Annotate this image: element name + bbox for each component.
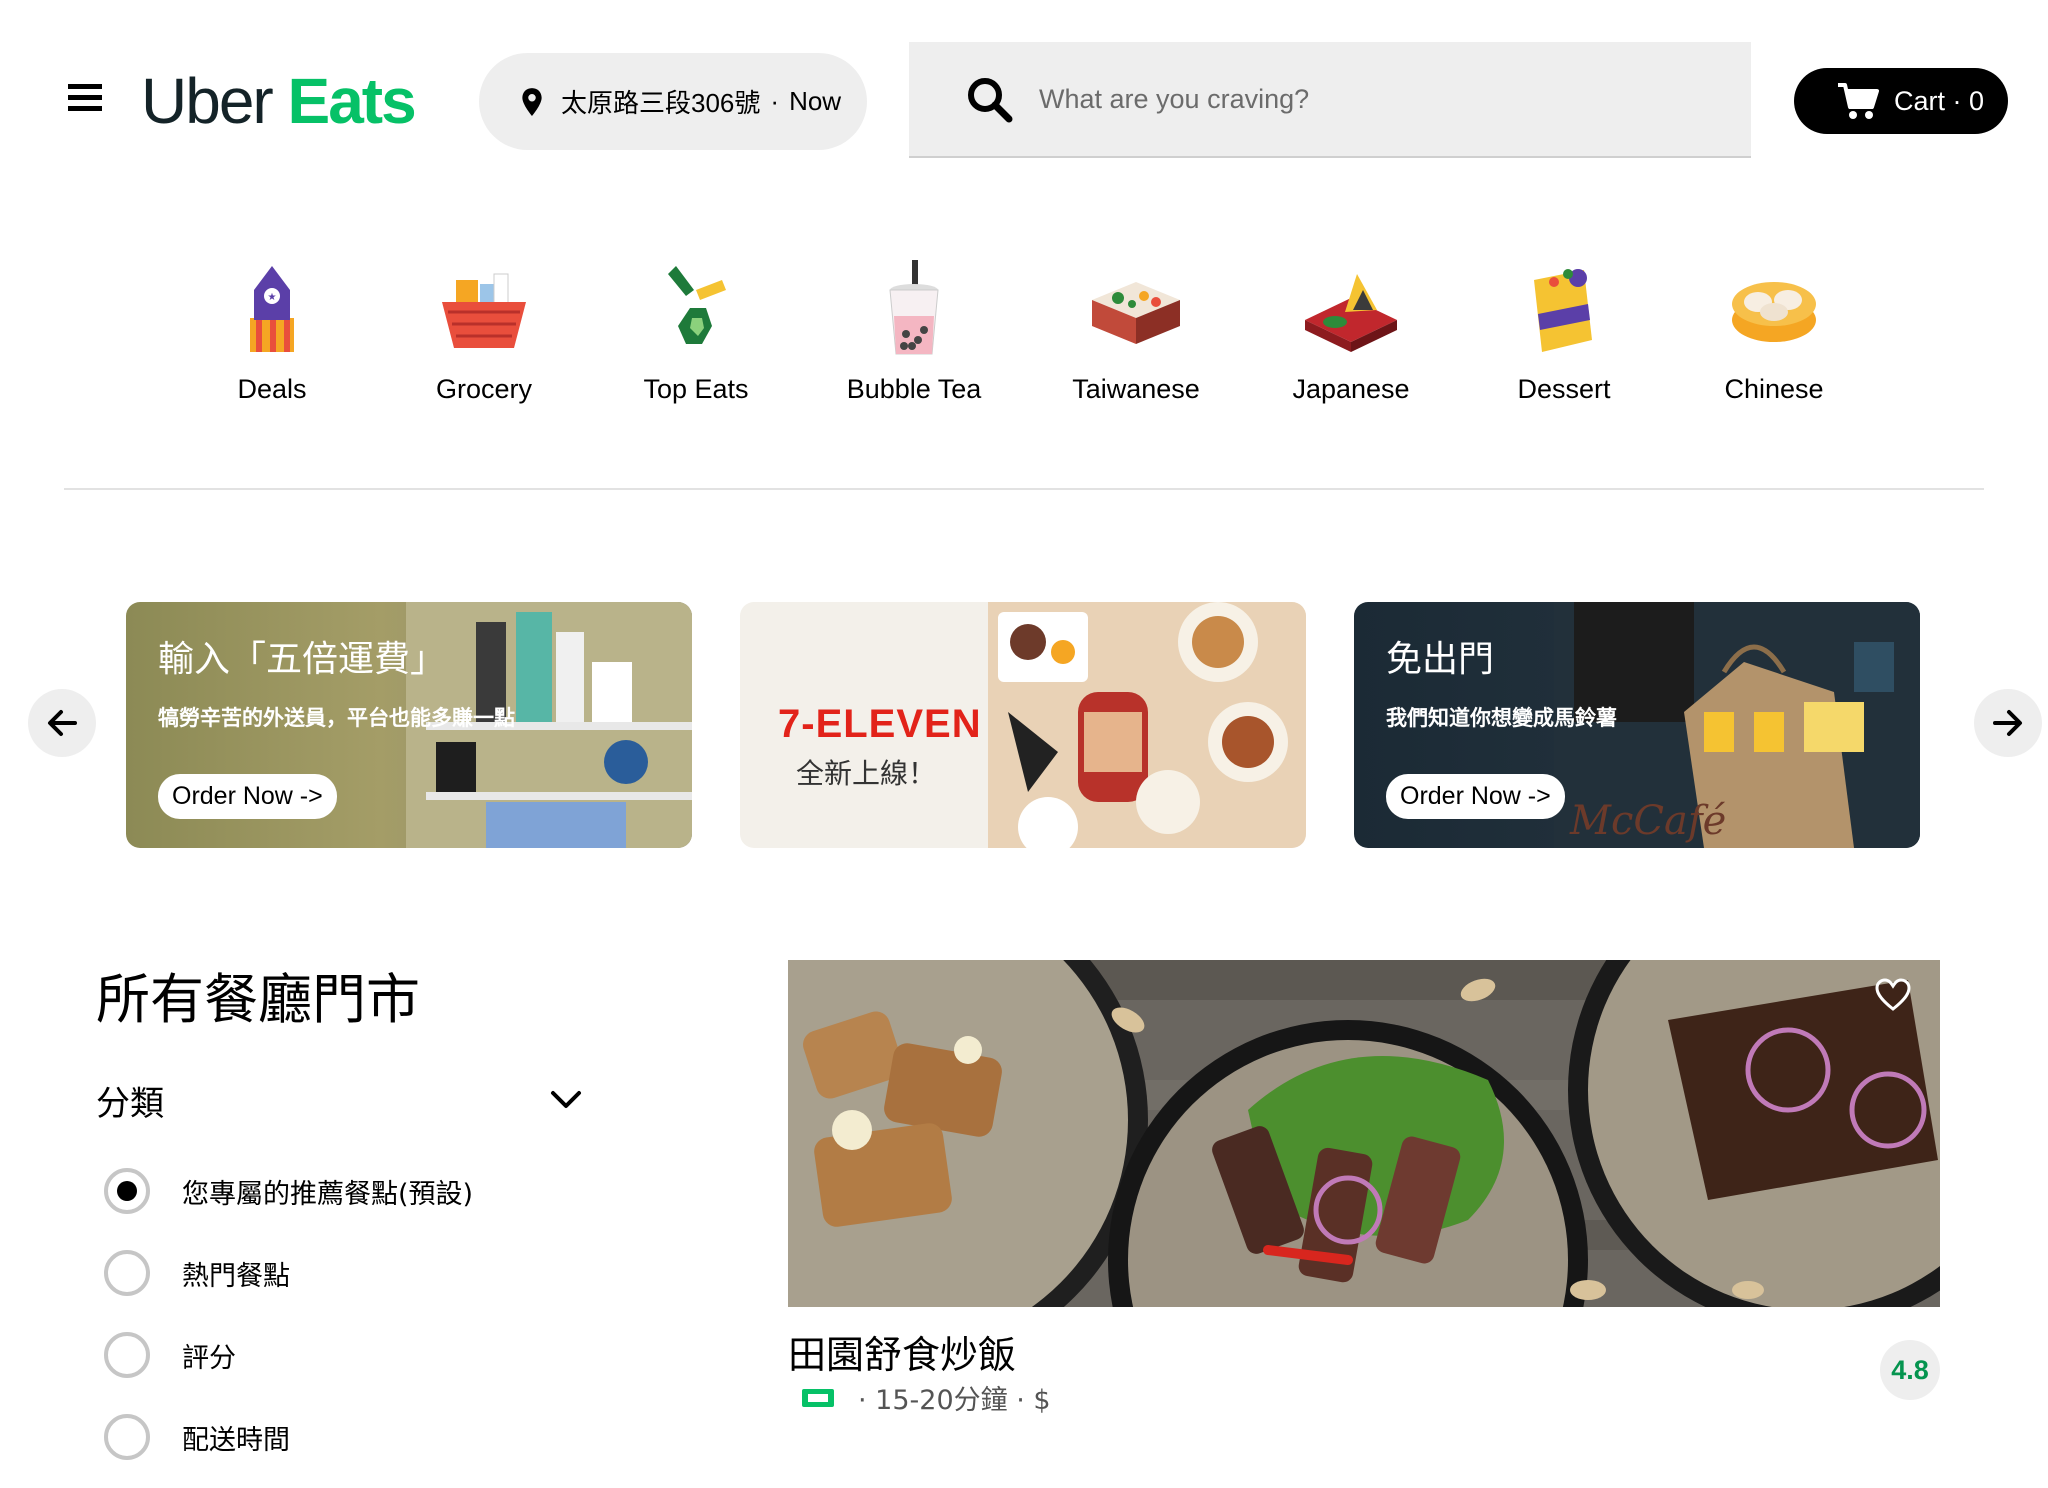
promo-banner-mcdonalds[interactable]: McCafé 免出門 我們知道你想變成馬鈴薯 Order Now -> xyxy=(1354,602,1920,848)
delivery-time-text: Now xyxy=(789,86,842,116)
shopping-cart-icon xyxy=(1838,83,1879,119)
sort-filter-toggle[interactable]: 分類 xyxy=(96,1078,582,1124)
sort-option-label: 評分 xyxy=(182,1342,236,1374)
category-dessert[interactable]: Dessert xyxy=(1479,260,1649,405)
category-label: Grocery xyxy=(435,374,533,404)
ticket-icon xyxy=(802,1388,834,1407)
carousel-prev-button[interactable] xyxy=(28,689,96,757)
banner-subtitle: 全新上線！ xyxy=(796,757,937,790)
category-label: Top Eats xyxy=(643,374,749,404)
promo-banner-delivery-tip[interactable]: 輸入「五倍運費」 犒勞辛苦的外送員，平台也能多賺一點 Order Now -> xyxy=(126,602,692,848)
mccafe-bag-text: McCafé xyxy=(1570,798,1727,844)
arrow-left-icon xyxy=(48,710,77,736)
radio-button[interactable] xyxy=(104,1250,150,1296)
location-pin-icon xyxy=(522,87,542,116)
taiwanese-bento-icon xyxy=(1092,282,1180,344)
search-bar[interactable] xyxy=(909,42,1751,158)
category-label: Dessert xyxy=(1517,374,1611,404)
uber-eats-logo[interactable]: Uber Eats xyxy=(141,62,417,140)
category-label: Chinese xyxy=(1724,374,1824,404)
banner-subtitle: 我們知道你想變成馬鈴薯 xyxy=(1386,706,1617,730)
rating-badge: 4.8 xyxy=(1880,1340,1940,1400)
chevron-down-icon xyxy=(551,1091,581,1108)
food-spread-image xyxy=(988,602,1306,848)
search-icon xyxy=(968,78,1013,123)
bubble-tea-icon xyxy=(889,260,939,355)
sort-option-delivery-time[interactable]: 配送時間 xyxy=(104,1412,544,1462)
category-bubble-tea[interactable]: Bubble Tea xyxy=(829,260,999,405)
radio-button-checked[interactable] xyxy=(104,1168,150,1214)
sort-option-popular[interactable]: 熱門餐點 xyxy=(104,1248,544,1298)
category-deals[interactable]: ★ Deals xyxy=(187,260,357,405)
sort-option-recommended[interactable]: 您專屬的推薦餐點(預設) xyxy=(104,1166,544,1216)
chinese-dumpling-icon xyxy=(1732,282,1816,342)
cart-button[interactable]: Cart · 0 xyxy=(1794,68,2008,134)
category-label: Bubble Tea xyxy=(846,374,982,404)
banner-subtitle: 犒勞辛苦的外送員，平台也能多賺一點 xyxy=(158,706,515,730)
banner-title: 輸入「五倍運費」 xyxy=(158,639,447,680)
cart-label: Cart · 0 xyxy=(1894,85,1985,116)
logo-uber-text: Uber xyxy=(141,65,274,137)
sort-option-label: 您專屬的推薦餐點(預設) xyxy=(182,1178,474,1210)
address-separator: · xyxy=(770,86,780,116)
restaurant-food-photo xyxy=(788,960,1940,1307)
category-taiwanese[interactable]: Taiwanese xyxy=(1051,260,1221,405)
category-label: Japanese xyxy=(1292,374,1410,404)
svg-text:★: ★ xyxy=(268,292,277,303)
restaurant-meta: · 15-20分鐘 · $ xyxy=(800,1378,1051,1417)
category-chinese[interactable]: Chinese xyxy=(1689,260,1859,405)
all-stores-title: 所有餐廳門市 xyxy=(96,968,420,1031)
section-divider xyxy=(64,488,1984,490)
restaurant-name[interactable]: 田園舒食炒飯 xyxy=(788,1324,1016,1379)
category-japanese[interactable]: Japanese xyxy=(1266,260,1436,405)
logo-eats-text: Eats xyxy=(287,65,417,137)
seven-eleven-logo: 7-ELEVEN xyxy=(778,702,982,746)
arrow-right-icon xyxy=(1993,710,2022,736)
japanese-sushi-icon xyxy=(1305,274,1397,352)
carousel-next-button[interactable] xyxy=(1974,689,2042,757)
sort-option-label: 配送時間 xyxy=(182,1424,290,1456)
search-input[interactable] xyxy=(1039,83,1719,115)
delivery-address-button[interactable]: 太原路三段306號 · Now xyxy=(479,53,867,150)
address-text: 太原路三段306號 xyxy=(561,88,761,118)
banner-order-now-button[interactable]: Order Now -> xyxy=(1386,774,1565,819)
banner-order-now-button[interactable]: Order Now -> xyxy=(158,774,337,819)
category-label: Deals xyxy=(237,374,307,404)
top-eats-ribbon-icon xyxy=(668,266,726,344)
category-bar: ★ Deals Grocery Top Eats Bubble Tea Taiw… xyxy=(0,260,2048,440)
banner-title: 免出門 xyxy=(1386,639,1495,680)
deals-tag-icon: ★ xyxy=(250,266,294,352)
promo-banner-7-eleven[interactable]: 7-ELEVEN 全新上線！ xyxy=(740,602,1306,848)
restaurant-image[interactable] xyxy=(788,960,1940,1307)
favorite-heart-icon[interactable] xyxy=(1875,978,1911,1012)
radio-button[interactable] xyxy=(104,1332,150,1378)
dessert-cake-icon xyxy=(1534,269,1592,352)
category-top-eats[interactable]: Top Eats xyxy=(611,260,781,405)
grocery-basket-icon xyxy=(442,273,526,348)
delivery-time-price: · 15-20分鐘 · $ xyxy=(858,1385,1051,1416)
sort-option-rating[interactable]: 評分 xyxy=(104,1330,544,1380)
top-header: Uber Eats 太原路三段306號 · Now Cart · 0 xyxy=(0,0,2048,190)
menu-icon[interactable] xyxy=(68,84,102,112)
category-grocery[interactable]: Grocery xyxy=(399,260,569,405)
radio-button[interactable] xyxy=(104,1414,150,1460)
sort-option-label: 熱門餐點 xyxy=(182,1260,290,1292)
category-label: Taiwanese xyxy=(1072,374,1200,404)
filter-heading: 分類 xyxy=(96,1083,164,1124)
